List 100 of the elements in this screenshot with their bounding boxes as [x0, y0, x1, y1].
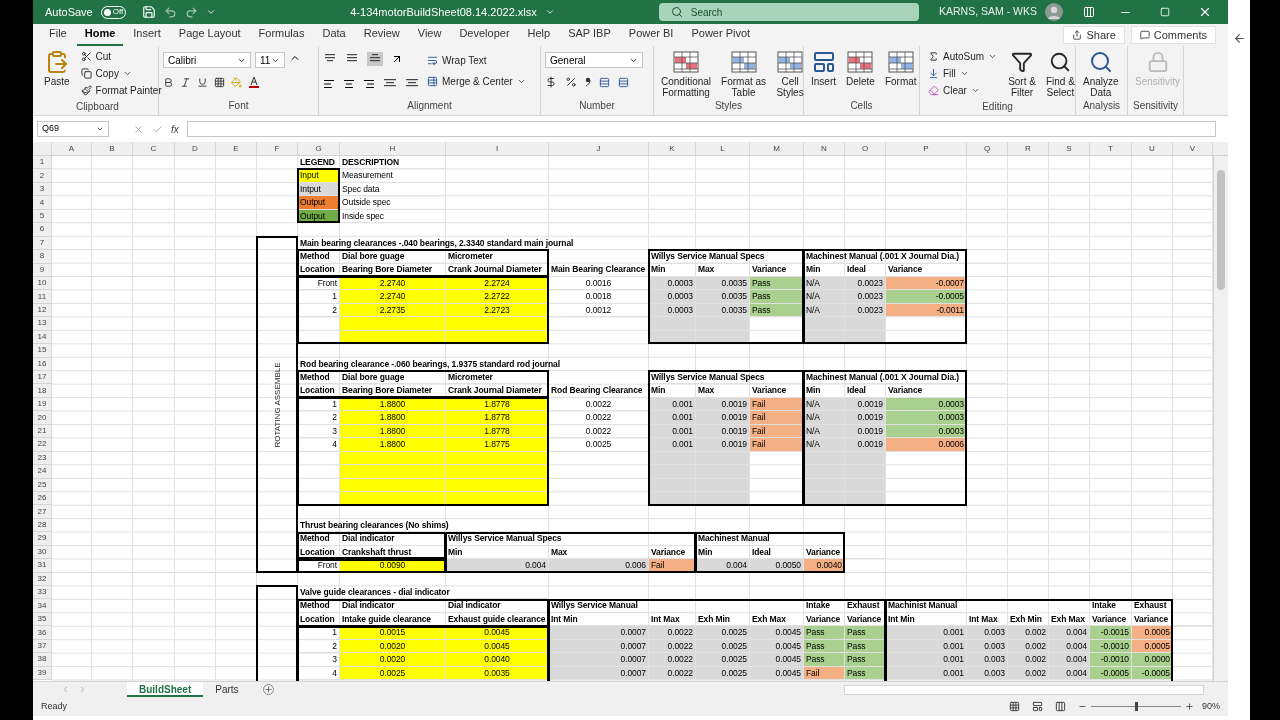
align-center-icon[interactable] [343, 78, 355, 90]
copy-icon [80, 68, 92, 79]
column-header[interactable]: G [298, 142, 340, 155]
currency-icon[interactable] [545, 76, 557, 88]
column-header[interactable]: I [446, 142, 549, 155]
format-button[interactable]: Format [881, 48, 920, 87]
sheet-tab[interactable]: Parts [203, 682, 251, 697]
column-header[interactable]: A [52, 142, 92, 155]
redo-icon[interactable] [185, 5, 199, 19]
underline-icon[interactable] [197, 76, 208, 88]
sort-filter-button[interactable]: Sort & Filter [1005, 48, 1039, 98]
ribbon-tab[interactable]: Formulas [250, 24, 313, 46]
sheet-tab[interactable]: BuildSheet [127, 682, 204, 697]
borders-icon[interactable] [214, 76, 225, 88]
table-cell: LEGEND [298, 156, 340, 170]
number-format-select[interactable]: General [545, 52, 643, 68]
column-header[interactable]: F [257, 142, 298, 155]
column-header[interactable]: O [845, 142, 886, 155]
ribbon-tab[interactable]: View [409, 24, 450, 46]
table-cell: Exhaust [1132, 599, 1173, 613]
table-cell: Variance [750, 384, 804, 398]
ribbon-tab[interactable]: Developer [451, 24, 518, 46]
bold-icon[interactable] [163, 76, 174, 88]
zoom-thumb[interactable] [1135, 702, 1138, 711]
column-header[interactable]: J [549, 142, 649, 155]
customize-icon[interactable] [206, 7, 217, 17]
ribbon-tab[interactable]: Power BI [620, 24, 682, 46]
comma-icon[interactable] [585, 77, 591, 87]
fill-color-icon[interactable] [231, 76, 242, 88]
vertical-scrollbar[interactable] [1213, 156, 1228, 681]
ribbon-tab[interactable]: File [41, 24, 75, 46]
find-select-button[interactable]: Find & Select [1042, 48, 1078, 98]
formula-input[interactable] [186, 121, 1216, 137]
ribbon-tab[interactable]: Power Pivot [683, 24, 759, 46]
clear-button[interactable]: Clear [924, 82, 1002, 99]
column-header[interactable]: U [1132, 142, 1173, 155]
column-header[interactable]: D [175, 142, 216, 155]
ribbon-tab[interactable]: Data [314, 24, 354, 46]
table-cell: Outside spec [340, 196, 446, 210]
column-header[interactable]: S [1049, 142, 1090, 155]
column-header[interactable]: H [340, 142, 446, 155]
function-label[interactable]: fx [171, 121, 179, 137]
page-break-icon[interactable] [1055, 701, 1066, 712]
undo-icon[interactable] [164, 5, 178, 19]
merge-center-button[interactable]: Merge & Center [423, 73, 530, 90]
close-icon[interactable] [1198, 5, 1212, 19]
ribbon-tab[interactable]: Review [355, 24, 408, 46]
ribbon-tab[interactable]: SAP IBP [560, 24, 619, 46]
font-name-select[interactable]: Calibri [163, 52, 251, 68]
format-painter-button[interactable]: Format Painter [76, 82, 166, 99]
column-header[interactable]: B [92, 142, 133, 155]
italic-icon[interactable] [180, 76, 191, 88]
paste-button[interactable]: Paste [41, 48, 73, 87]
share-button[interactable]: Share [1063, 26, 1125, 44]
format-as-table-button[interactable]: Format as Table [718, 48, 770, 98]
column-header[interactable]: V [1173, 142, 1213, 155]
back-icon[interactable] [1232, 32, 1246, 45]
column-header[interactable]: R [1008, 142, 1049, 155]
delete-button[interactable]: Delete [843, 48, 878, 87]
column-header[interactable]: M [750, 142, 804, 155]
caret-icon[interactable] [544, 7, 555, 17]
cut-button[interactable]: Cut [76, 48, 166, 65]
column-header[interactable]: K [649, 142, 696, 155]
restore-icon[interactable] [1160, 7, 1170, 17]
zoom-in-icon[interactable] [1185, 702, 1194, 711]
column-header[interactable]: Q [967, 142, 1008, 155]
insert-button[interactable]: Insert [808, 48, 839, 87]
comments-button[interactable]: Comments [1130, 26, 1216, 44]
page-layout-icon[interactable] [1032, 701, 1043, 712]
fill-button[interactable]: Fill [924, 65, 1002, 82]
column-header[interactable]: N [804, 142, 845, 155]
orientation-icon[interactable] [391, 53, 403, 65]
column-header[interactable]: C [133, 142, 175, 155]
column-header[interactable]: L [696, 142, 750, 155]
copy-button[interactable]: Copy [76, 65, 166, 82]
font-color-icon[interactable] [248, 76, 260, 88]
normal-view-icon[interactable] [1009, 701, 1020, 712]
cell-styles-button[interactable]: Cell Styles [773, 48, 808, 98]
align-right-icon[interactable] [363, 78, 375, 90]
zoom-slider[interactable] [1091, 702, 1181, 711]
avatar[interactable] [1045, 3, 1063, 21]
add-sheet-icon[interactable] [262, 684, 274, 695]
column-header[interactable]: T [1090, 142, 1132, 155]
wrap-text-button[interactable]: Wrap Text [423, 52, 530, 69]
conditional-formatting-button[interactable]: Conditional Formatting [658, 48, 715, 98]
ribbon-tab[interactable]: Help [519, 24, 559, 46]
save-icon[interactable] [142, 5, 157, 19]
autosum-button[interactable]: AutoSum [924, 48, 1002, 65]
row-number: 34 [33, 599, 52, 613]
align-left-icon[interactable] [323, 78, 335, 90]
ribbon-tab[interactable]: Insert [125, 24, 169, 46]
analyze-data-button[interactable]: Analyze Data [1080, 48, 1122, 98]
column-header[interactable]: E [216, 142, 257, 155]
horizontal-scrollbar[interactable] [844, 684, 1204, 695]
percent-icon[interactable] [565, 76, 577, 88]
font-size-select[interactable]: 11 [255, 52, 285, 68]
name-box[interactable]: Q69 [37, 121, 109, 137]
search-field[interactable]: Search [658, 3, 919, 21]
column-header[interactable]: P [886, 142, 967, 155]
ribbon-tab[interactable]: Page Layout [170, 24, 249, 46]
